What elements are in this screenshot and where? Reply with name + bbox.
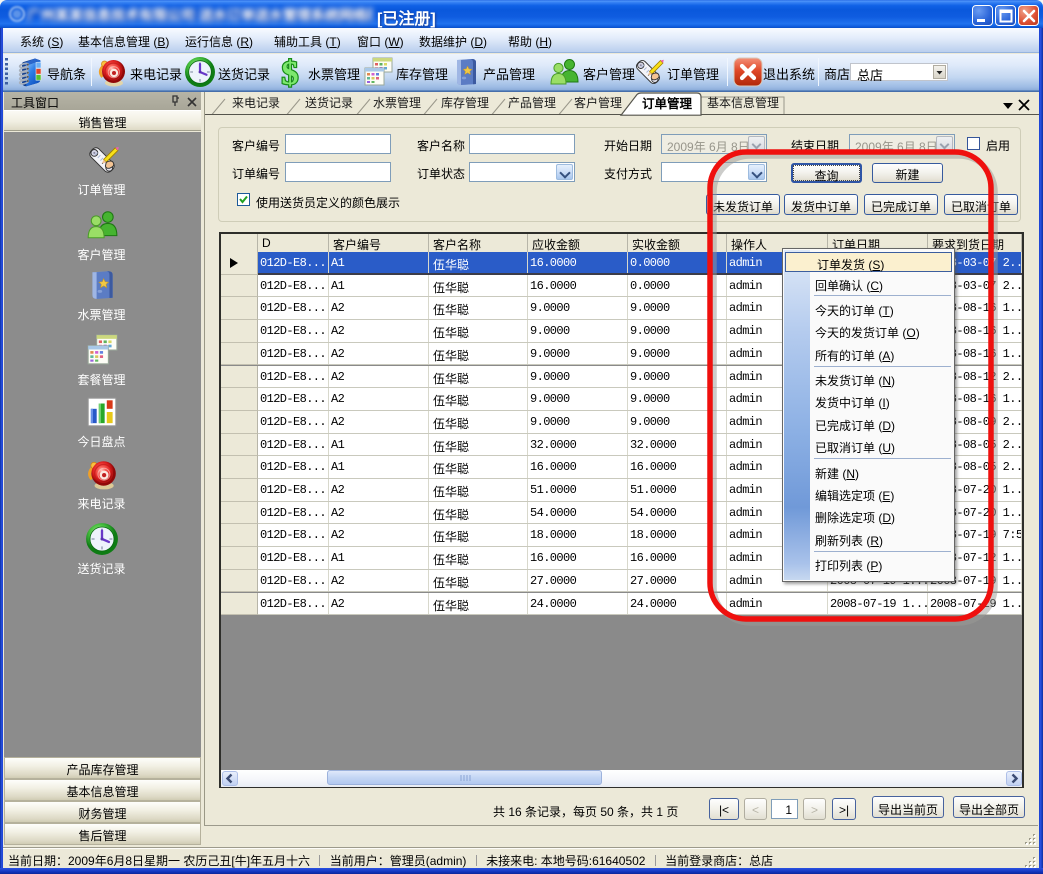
svg-text:客户管理: 客户管理 <box>574 95 622 110</box>
svg-text:来电记录: 来电记录 <box>232 96 280 110</box>
svg-text:基本信息管理: 基本信息管理 <box>707 95 779 110</box>
svg-text:订单管理: 订单管理 <box>642 96 693 111</box>
svg-text:产品管理: 产品管理 <box>508 95 556 110</box>
svg-text:库存管理: 库存管理 <box>441 95 489 110</box>
svg-text:$: $ <box>282 56 299 88</box>
svg-text:水票管理: 水票管理 <box>373 95 421 110</box>
svg-text:送货记录: 送货记录 <box>305 95 353 110</box>
